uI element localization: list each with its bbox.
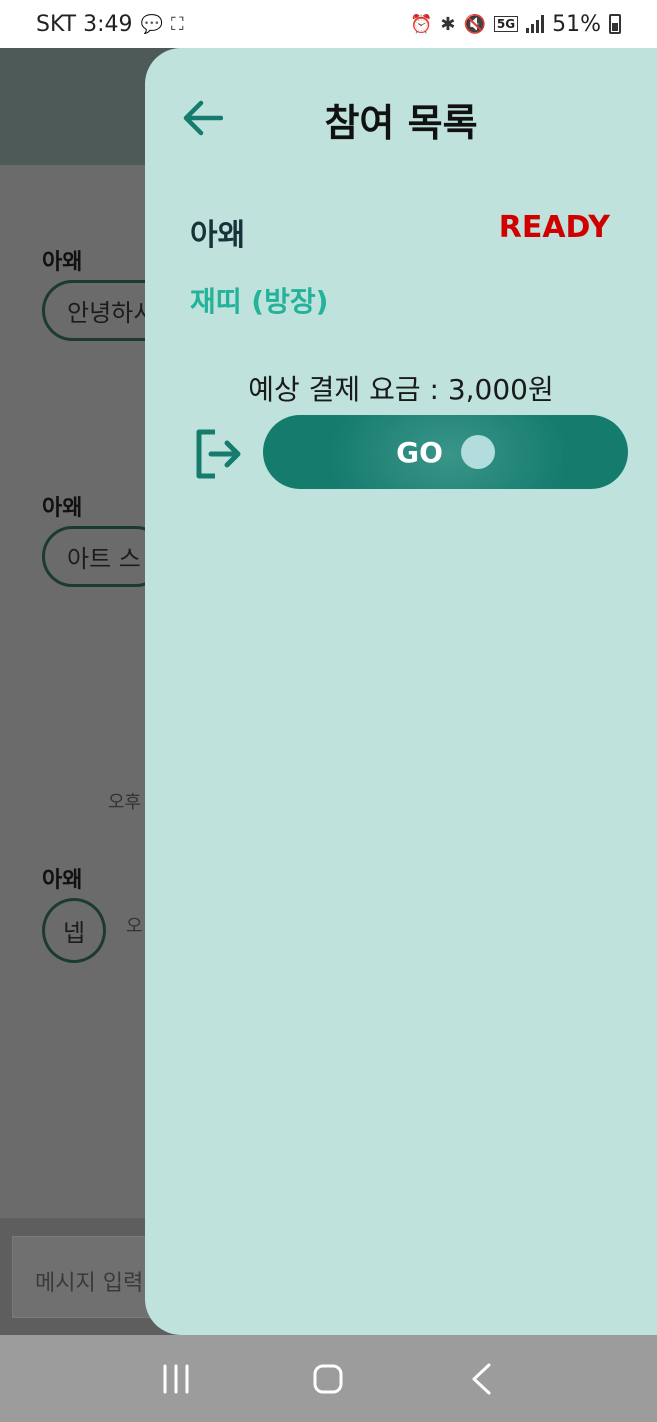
message-bubble: 넵 [42,898,107,963]
home-button[interactable] [308,1359,348,1399]
screen: SKT 3:49 💬 ⛶ ⏰ ✱ 🔇 5G 51% 아왜 안녕하시 아왜 아트 … [0,0,657,1422]
participant-name: 아왜 [190,218,246,253]
exit-button[interactable] [193,428,245,480]
message-sender: 아왜 [42,868,83,893]
message-time: 오후 [108,792,142,813]
status-right: ⏰ ✱ 🔇 5G 51% [410,12,621,37]
recent-apps-button[interactable] [156,1359,196,1399]
message-time: 오 [126,916,143,937]
host-name: 재띠 (방장) [190,285,329,318]
status-bar: SKT 3:49 💬 ⛶ ⏰ ✱ 🔇 5G 51% [0,0,657,48]
navigation-bar [0,1335,657,1422]
battery-icon [609,14,621,34]
go-button[interactable]: GO [263,415,628,489]
network-badge: 5G [493,16,519,32]
mute-icon: 🔇 [463,13,486,35]
go-button-glow [333,415,563,489]
recent-apps-icon [163,1364,189,1393]
back-icon [472,1363,491,1394]
signal-icon [526,15,545,33]
alarm-icon: ⏰ [409,13,433,35]
screenshot-icon: ⛶ [170,13,184,35]
go-status-dot [460,435,495,469]
chat-message: 아왜 넵 [42,862,107,963]
participant-status: READY [498,210,610,245]
back-nav-button[interactable] [461,1359,501,1399]
carrier-time: SKT 3:49 [36,11,133,37]
go-label: GO [396,435,443,469]
bluetooth-icon: ✱ [440,13,456,35]
expected-fee: 예상 결제 요금 : 3,000원 [248,373,554,406]
chat-notification-icon: 💬 [140,13,163,35]
home-icon [313,1364,343,1393]
battery-percent: 51% [552,11,601,37]
status-left: SKT 3:49 💬 ⛶ [36,12,184,37]
exit-icon [196,429,241,479]
participant-drawer: 참여 목록 아왜 READY 재띠 (방장) 예상 결제 요금 : 3,000원… [145,48,657,1335]
drawer-title: 참여 목록 [324,101,478,145]
